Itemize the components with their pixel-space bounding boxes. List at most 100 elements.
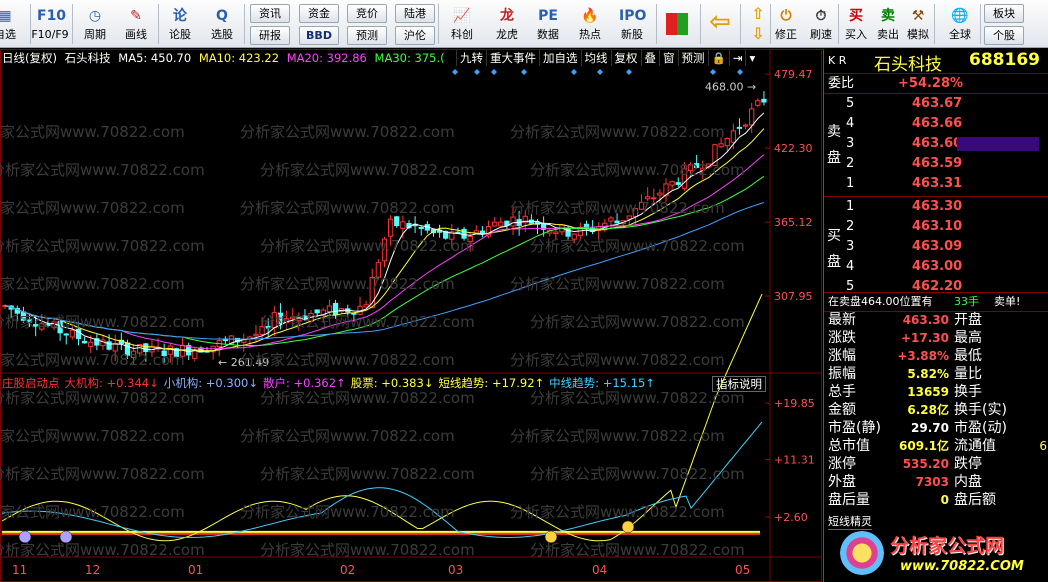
signal-face-icon (621, 520, 635, 534)
chart-tool-7[interactable]: 预测 (677, 50, 708, 66)
color-grid-button[interactable] (662, 2, 692, 46)
draw-line-icon: ✎ (130, 8, 142, 24)
buy-level-row[interactable]: 4 463.00 (824, 258, 1048, 275)
discuss-icon: 论 (173, 8, 187, 24)
f10-button[interactable]: F10 F10/F9 (30, 2, 70, 46)
stat-value: 13659 (907, 385, 949, 399)
candlesticks (2, 91, 767, 366)
stock-picker-icon: Q (216, 8, 228, 24)
correct-icon: ⏻ (780, 8, 792, 24)
lock-icon[interactable]: 🔒 (707, 50, 729, 66)
buy-level-row[interactable]: 1 463.30 (824, 198, 1048, 215)
candle-body (259, 325, 265, 336)
chart-tool-0[interactable]: 九转 (456, 50, 486, 66)
candle-body (467, 235, 473, 243)
site-logo: 分析家公式网 www.70822.COM (838, 527, 1046, 581)
expand-right-icon[interactable]: ⇥ (728, 50, 746, 66)
hk-connect-button[interactable]: 陆港 (395, 4, 435, 23)
short-trend-line (1, 293, 763, 542)
data-button[interactable]: PE 数据 (528, 2, 568, 46)
capital-button[interactable]: 资金 (299, 4, 339, 23)
month-label: 01 (188, 563, 203, 577)
candle-body (124, 342, 131, 356)
refresh-button[interactable]: ⏱ 刷速 (803, 2, 839, 46)
quote-stat-row: 盘后量 0 盘后额 (824, 492, 1048, 509)
ipo-button[interactable]: IPO 新股 (612, 2, 652, 46)
page-up-down-button[interactable]: ⇧ ⇩ (744, 2, 768, 46)
sell-button[interactable]: 卖卖出 (872, 2, 904, 46)
flower-logo-icon (840, 531, 884, 575)
chart-tool-2[interactable]: 加自选 (539, 50, 581, 66)
simulate-button[interactable]: ⚒ 模拟 (902, 2, 934, 46)
chart-tool-1[interactable]: 重大事件 (486, 50, 539, 66)
chart-tool-3[interactable]: 均线 (580, 50, 611, 66)
discuss-button[interactable]: 论论股 (160, 2, 200, 46)
status-sell: 卖单! (994, 295, 1021, 308)
main-toolbar: ▦自选 F10F10/F9◷周期 ✎ 画线论论股Q选股 📈科创龙龙虎PE数据🔥热点IPO… (0, 0, 1048, 48)
level-num: 4 (846, 259, 855, 274)
indicator-name[interactable]: 庄股启动点 (2, 376, 60, 390)
stat-label-right: 换手 (954, 384, 982, 400)
news-button[interactable]: 资讯 (250, 4, 290, 23)
sell-level-row[interactable]: 4 463.66 (824, 115, 1048, 132)
forecast-button[interactable]: 预测 (347, 26, 387, 45)
sell-level-row[interactable]: 5 463.67 (824, 95, 1048, 112)
period-button[interactable]: ◷ 周期 (75, 2, 115, 46)
candle-body (651, 197, 657, 200)
candle-body (638, 201, 645, 210)
ma20-value: MA20: 392.86 (286, 51, 367, 65)
toolbar-divider (934, 4, 935, 44)
chart-tool-6[interactable]: 窗 (659, 50, 678, 66)
stat-label-right: 量比 (954, 366, 982, 382)
candle-body (565, 227, 571, 237)
buy-level-row[interactable]: 2 463.10 (824, 218, 1048, 235)
month-label: 02 (340, 563, 355, 577)
chart-tool-5[interactable]: 叠 (640, 50, 660, 66)
data-icon: PE (538, 8, 558, 24)
kline-chart-svg[interactable]: 479.47 422.30 365.12 307.95 468.00 → ← 261.49… (0, 49, 822, 582)
draw-line-button[interactable]: ✎ 画线 (116, 2, 156, 46)
sell-price: 463.67 (912, 96, 963, 111)
chart-tools: 九转 重大事件 加自选 均线 复权叠窗预测 🔒 ⇥ ▾ (456, 50, 758, 66)
indicator-help-button[interactable]: 指标说明 (712, 376, 766, 392)
candle-body (755, 100, 761, 106)
london-connect-button[interactable]: 沪伦 (395, 26, 435, 45)
candle-body (718, 143, 724, 148)
stock-name-label: 石头科技 (64, 51, 111, 65)
volume-bar (957, 137, 1039, 151)
sell-level-row[interactable]: 3 463.60 (824, 135, 1048, 152)
event-marker-icon (737, 69, 743, 75)
quote-stat-row: 涨停 535.20 跌停 (824, 456, 1048, 473)
stat-label: 涨停 (828, 456, 856, 472)
sell-level-row[interactable]: 2 463.59 (824, 155, 1048, 172)
hotspot-button[interactable]: 🔥 热点 (570, 2, 610, 46)
indicator-value-0: 大机构: +0.344↓ (64, 376, 159, 390)
toolbar-label: 画线 (125, 28, 147, 41)
kline-chart-area[interactable]: 479.47 422.30 365.12 307.95 468.00 → ← 261.49… (0, 49, 822, 582)
single-stock-button[interactable]: 个股 (984, 26, 1024, 45)
global-button[interactable]: 🌐 全球 (942, 2, 978, 46)
star-market-button[interactable]: 📈 科创 (442, 2, 482, 46)
stat-value-right: 6 (1039, 439, 1047, 453)
watchlist-button[interactable]: ▦ 自选 (0, 2, 20, 46)
toolbar-divider (158, 4, 159, 44)
candle-body (381, 238, 388, 262)
dragon-tiger-button[interactable]: 龙龙虎 (487, 2, 527, 46)
bbd-button[interactable]: BBD (299, 26, 339, 45)
dropdown-icon[interactable]: ▾ (745, 50, 758, 66)
back-button[interactable]: ⇦ (704, 2, 736, 46)
sector-button[interactable]: 板块 (984, 4, 1024, 23)
chart-period-label[interactable]: 日线(复权) (2, 51, 57, 65)
research-button[interactable]: 研报 (250, 26, 290, 45)
buy-level-row[interactable]: 3 463.09 (824, 238, 1048, 255)
arrow-up-icon: ⇧ (751, 4, 765, 23)
candle-body (253, 333, 259, 337)
candle-body (351, 312, 357, 315)
chart-tool-4[interactable]: 复权 (610, 50, 641, 66)
sell-level-row[interactable]: 1 463.31 (824, 175, 1048, 192)
auction-button[interactable]: 竞价 (347, 4, 387, 23)
buy-button[interactable]: 买买入 (840, 2, 872, 46)
level-num: 1 (846, 199, 855, 214)
stock-picker-button[interactable]: Q 选股 (202, 2, 242, 46)
correct-button[interactable]: ⏻ 修正 (768, 2, 804, 46)
